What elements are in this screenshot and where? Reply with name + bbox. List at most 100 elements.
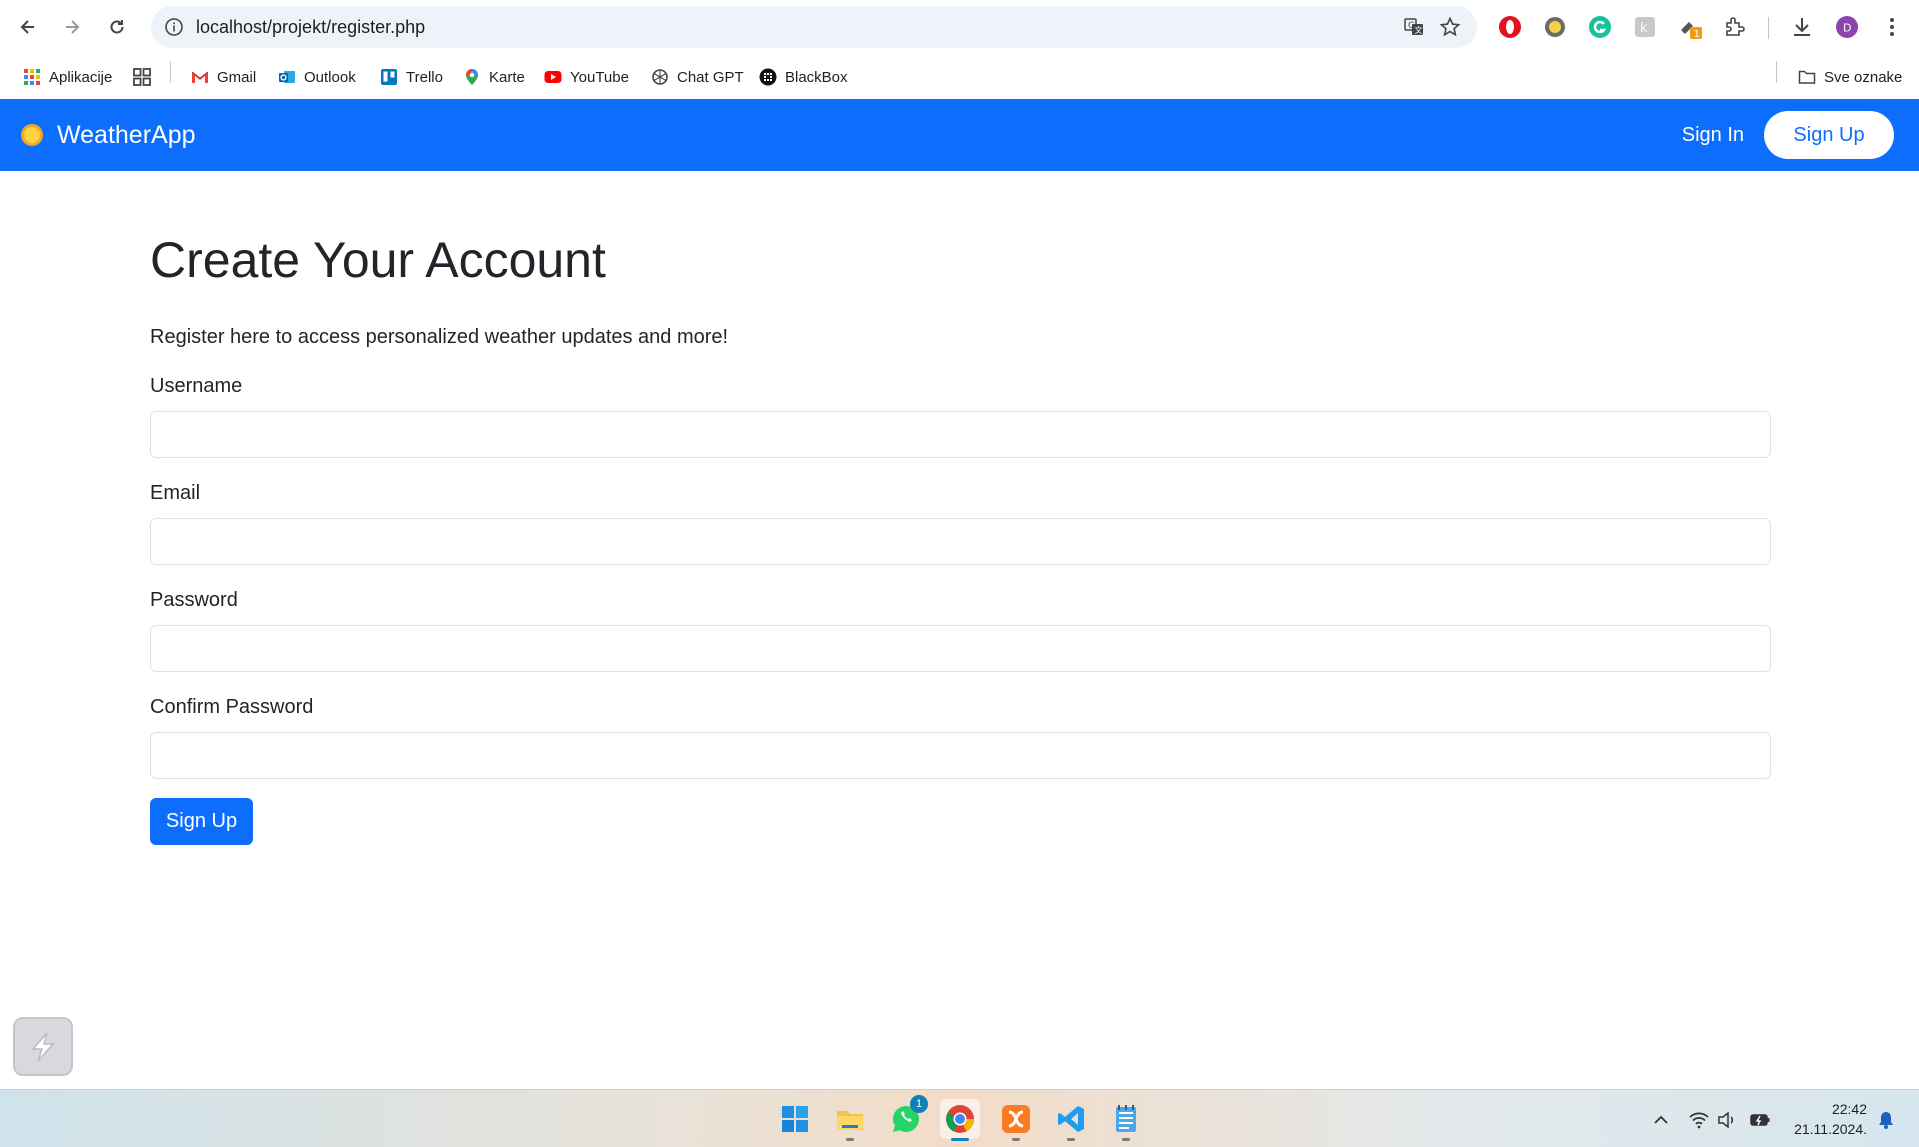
bookmark-label: Outlook: [304, 68, 356, 86]
bookmark-youtube[interactable]: YouTube: [544, 61, 629, 93]
browser-toolbar: localhost/projekt/register.php G文 k 1 D: [0, 0, 1919, 55]
bookmark-label: Trello: [406, 68, 443, 86]
wifi-icon[interactable]: [1688, 1109, 1710, 1131]
trello-icon: [381, 69, 397, 85]
clock-date: 21.11.2024.: [1794, 1121, 1867, 1137]
running-indicator: [1122, 1138, 1130, 1141]
notification-bell-icon[interactable]: [1875, 1109, 1897, 1131]
taskbar-vscode[interactable]: [1051, 1099, 1091, 1141]
taskbar-chrome[interactable]: [940, 1099, 980, 1141]
vscode-icon: [1058, 1106, 1084, 1132]
app-navbar: WeatherApp Sign In Sign Up: [0, 99, 1919, 171]
chevron-up-icon[interactable]: [1650, 1109, 1672, 1131]
bookmark-maps[interactable]: Karte: [463, 61, 525, 93]
confirm-password-label: Confirm Password: [150, 696, 314, 718]
windows-start-icon: [782, 1106, 808, 1132]
chatgpt-icon: [652, 69, 668, 85]
notepad-icon: [1116, 1105, 1136, 1132]
extension-grammarly-icon[interactable]: [1587, 14, 1613, 40]
browser-chrome: localhost/projekt/register.php G文 k 1 D: [0, 0, 1919, 99]
gmail-icon: [191, 71, 209, 83]
apps-grid-icon: [24, 69, 40, 85]
bookmarks-separator: [1776, 61, 1777, 83]
toolbar-separator: [1768, 17, 1769, 39]
bookmark-label: Aplikacije: [49, 68, 113, 86]
extension-gray-icon[interactable]: k: [1632, 14, 1658, 40]
back-button[interactable]: [12, 11, 44, 43]
maps-pin-icon: [466, 69, 478, 85]
taskbar-file-explorer[interactable]: [830, 1099, 870, 1141]
all-bookmarks-button[interactable]: Sve oznake: [1798, 61, 1902, 93]
address-bar[interactable]: localhost/projekt/register.php G文: [151, 6, 1477, 48]
battery-charging-icon[interactable]: [1749, 1109, 1771, 1131]
bookmark-label: Karte: [489, 68, 525, 86]
bookmark-apps[interactable]: Aplikacije: [23, 61, 112, 93]
extension-coin-icon[interactable]: [1542, 14, 1568, 40]
svg-text:D: D: [1843, 22, 1851, 35]
bookmark-trello[interactable]: Trello: [380, 61, 443, 93]
downloads-icon[interactable]: [1789, 14, 1815, 40]
tab-groups-icon: [133, 68, 151, 86]
bookmark-blackbox[interactable]: BlackBox: [759, 61, 848, 93]
translate-icon[interactable]: G文: [1403, 16, 1425, 38]
sign-up-nav-button[interactable]: Sign Up: [1764, 111, 1894, 159]
bookmark-label: Chat GPT: [677, 68, 744, 86]
site-info-icon[interactable]: [164, 17, 184, 37]
reload-icon: [110, 20, 124, 34]
brand-name: WeatherApp: [57, 120, 196, 149]
forward-arrow-icon: [66, 20, 80, 34]
bookmark-outlook[interactable]: Outlook: [278, 61, 356, 93]
bookmarks-separator: [170, 61, 171, 83]
bookmark-star-icon[interactable]: [1439, 16, 1461, 38]
svg-text:k: k: [1640, 21, 1648, 36]
outlook-icon: [279, 71, 295, 83]
bookmark-tab-groups[interactable]: [133, 61, 159, 93]
bookmark-label: YouTube: [570, 68, 629, 86]
password-input[interactable]: [150, 625, 1771, 672]
youtube-icon: [544, 71, 562, 83]
extension-badge-icon[interactable]: 1: [1677, 14, 1703, 40]
floating-assistant-button[interactable]: [13, 1017, 73, 1076]
bookmark-gmail[interactable]: Gmail: [191, 61, 256, 93]
sign-in-link[interactable]: Sign In: [1682, 99, 1744, 171]
taskbar-clock[interactable]: 22:42 21.11.2024.: [1794, 1099, 1867, 1139]
reload-button[interactable]: [101, 11, 133, 43]
bookmark-chatgpt[interactable]: Chat GPT: [651, 61, 744, 93]
start-button[interactable]: [775, 1099, 815, 1139]
whatsapp-badge: 1: [910, 1095, 928, 1113]
sun-icon: [21, 124, 43, 146]
taskbar-whatsapp[interactable]: 1: [886, 1095, 928, 1139]
url-text: localhost/projekt/register.php: [196, 17, 426, 37]
blackbox-icon: [759, 68, 777, 86]
lightning-icon: [31, 1032, 55, 1061]
windows-taskbar: 1 22:42 21.11.2024.: [0, 1089, 1919, 1147]
extension-opera-icon[interactable]: [1497, 14, 1523, 40]
brand-link[interactable]: WeatherApp: [19, 99, 196, 171]
running-indicator: [1067, 1138, 1075, 1141]
profile-avatar[interactable]: D: [1834, 14, 1860, 40]
page-lead: Register here to access personalized wea…: [150, 326, 729, 348]
extensions-puzzle-icon[interactable]: [1722, 14, 1748, 40]
folder-icon: [1798, 70, 1816, 84]
confirm-password-input[interactable]: [150, 732, 1771, 779]
username-label: Username: [150, 375, 243, 397]
browser-menu-icon[interactable]: [1879, 14, 1905, 40]
running-indicator: [1012, 1138, 1020, 1141]
volume-icon[interactable]: [1716, 1109, 1738, 1131]
email-input[interactable]: [150, 518, 1771, 565]
xampp-icon: [1002, 1105, 1030, 1133]
svg-text:文: 文: [1415, 25, 1423, 35]
forward-button[interactable]: [56, 11, 88, 43]
file-explorer-icon: [837, 1111, 863, 1130]
email-label: Email: [150, 482, 201, 504]
back-arrow-icon: [20, 20, 34, 34]
bookmark-label: BlackBox: [785, 68, 848, 86]
page-title: Create Your Account: [150, 232, 606, 288]
taskbar-xampp[interactable]: [996, 1099, 1036, 1141]
username-input[interactable]: [150, 411, 1771, 458]
clock-time: 22:42: [1831, 1101, 1867, 1117]
sign-up-submit-button[interactable]: Sign Up: [150, 798, 253, 845]
svg-text:1: 1: [1694, 29, 1700, 39]
taskbar-notepad[interactable]: [1106, 1099, 1146, 1141]
all-bookmarks-label: Sve oznake: [1824, 68, 1903, 86]
